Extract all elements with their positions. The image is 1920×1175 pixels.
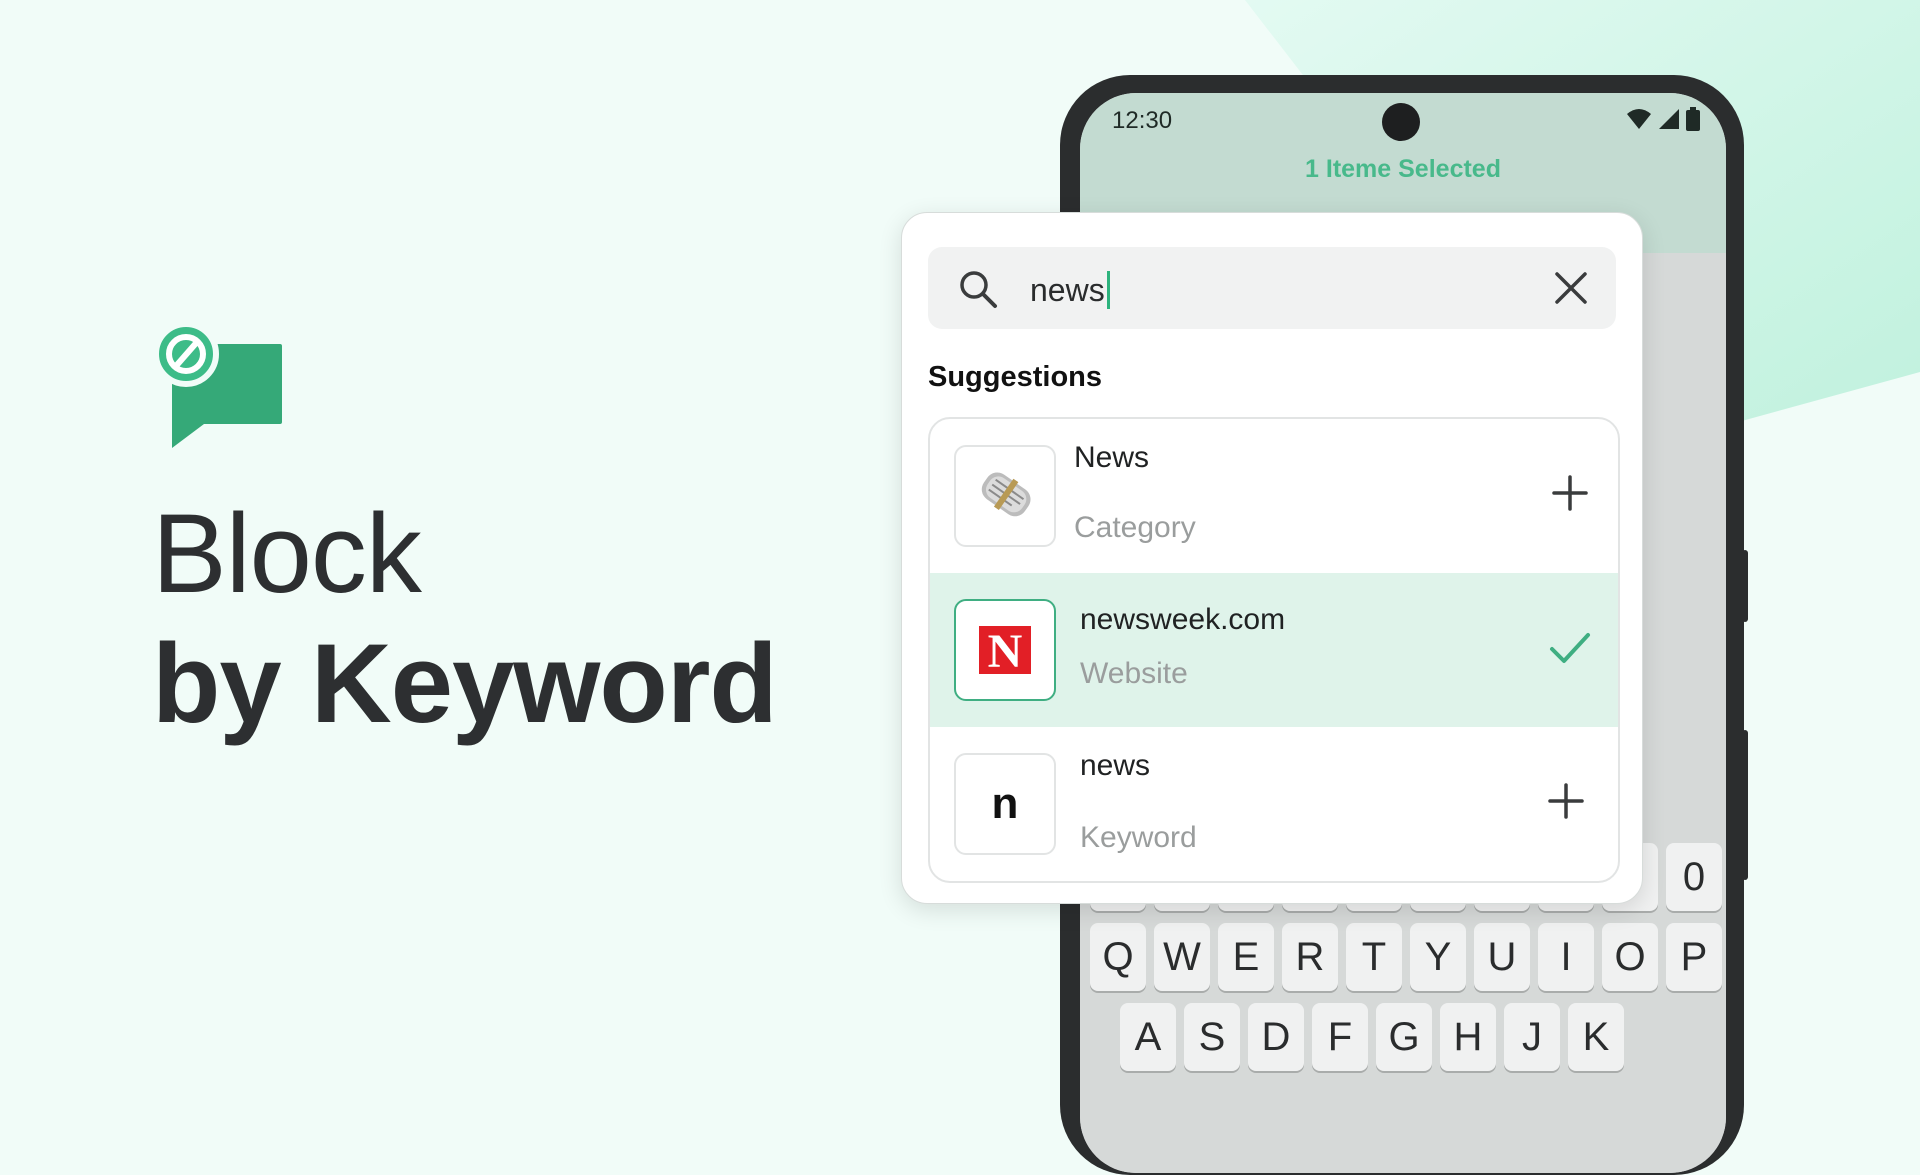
keyboard-letter-row: Q W E R T Y U I O P [1090, 923, 1722, 991]
thumbnail: n [954, 753, 1056, 855]
key[interactable]: 0 [1666, 843, 1722, 911]
keyboard-home-row: A S D F G H J K [1120, 1003, 1624, 1071]
status-time: 12:30 [1112, 107, 1173, 134]
thumbnail: N [954, 599, 1056, 701]
key[interactable]: O [1602, 923, 1658, 991]
plus-icon[interactable] [1548, 471, 1592, 515]
suggestions-heading: Suggestions [928, 361, 1103, 393]
status-bar: 12:30 [1080, 93, 1726, 151]
suggestion-title: news [1080, 749, 1151, 782]
signal-icon [1659, 109, 1679, 129]
suggestion-type: Keyword [1080, 821, 1197, 854]
phone-side-button [1742, 730, 1748, 880]
key[interactable]: K [1568, 1003, 1624, 1071]
search-input-value[interactable]: news [1030, 271, 1110, 309]
newsweek-logo-letter: N [988, 626, 1023, 674]
search-icon [960, 271, 997, 308]
newsweek-logo-icon: N [979, 626, 1031, 674]
key[interactable]: T [1346, 923, 1402, 991]
key[interactable]: I [1538, 923, 1594, 991]
suggestion-title: News [1074, 441, 1150, 474]
status-icons [1626, 107, 1700, 131]
thumbnail [954, 445, 1056, 547]
key[interactable]: P [1666, 923, 1722, 991]
key[interactable]: U [1474, 923, 1530, 991]
suggestion-title: newsweek.com [1080, 603, 1286, 636]
key[interactable]: F [1312, 1003, 1368, 1071]
suggestions-list: News Category N newsweek.com Website n n… [928, 417, 1620, 883]
keyword-letter-icon: n [991, 779, 1019, 828]
suggestion-row-keyword[interactable]: n news Keyword [930, 727, 1618, 881]
key[interactable]: R [1282, 923, 1338, 991]
check-icon[interactable] [1548, 625, 1592, 669]
wifi-icon [1627, 109, 1651, 129]
hero-title-line1: Block [152, 491, 422, 616]
key[interactable]: E [1218, 923, 1274, 991]
suggestion-row-website[interactable]: N newsweek.com Website [930, 573, 1618, 727]
hero-title-line2: by Keyword [152, 621, 778, 746]
text-caret [1106, 271, 1110, 309]
search-input[interactable]: news [928, 247, 1616, 329]
block-message-icon [153, 321, 282, 448]
newspaper-roll-icon [981, 472, 1031, 517]
key[interactable]: A [1120, 1003, 1176, 1071]
suggestion-type: Website [1080, 657, 1188, 690]
battery-icon [1686, 107, 1700, 131]
suggestion-row-category[interactable]: News Category [930, 419, 1618, 573]
plus-icon[interactable] [1544, 779, 1588, 823]
phone-side-button [1742, 550, 1748, 622]
suggestions-dialog: news Suggestions News Category N newswee… [901, 212, 1643, 904]
key[interactable]: Y [1410, 923, 1466, 991]
key[interactable]: G [1376, 1003, 1432, 1071]
key[interactable]: D [1248, 1003, 1304, 1071]
key[interactable]: H [1440, 1003, 1496, 1071]
key[interactable]: Q [1090, 923, 1146, 991]
front-camera [1382, 103, 1420, 141]
key[interactable]: W [1154, 923, 1210, 991]
keyboard: 1 2 3 4 5 6 7 8 9 0 Q W E R T Y U I O P … [1080, 843, 1726, 1173]
suggestion-type: Category [1074, 511, 1196, 544]
search-query-text: news [1030, 271, 1105, 308]
selection-count-title: 1 Iteme Selected [1305, 155, 1501, 183]
key[interactable]: J [1504, 1003, 1560, 1071]
key[interactable]: S [1184, 1003, 1240, 1071]
close-icon[interactable] [1554, 271, 1588, 305]
